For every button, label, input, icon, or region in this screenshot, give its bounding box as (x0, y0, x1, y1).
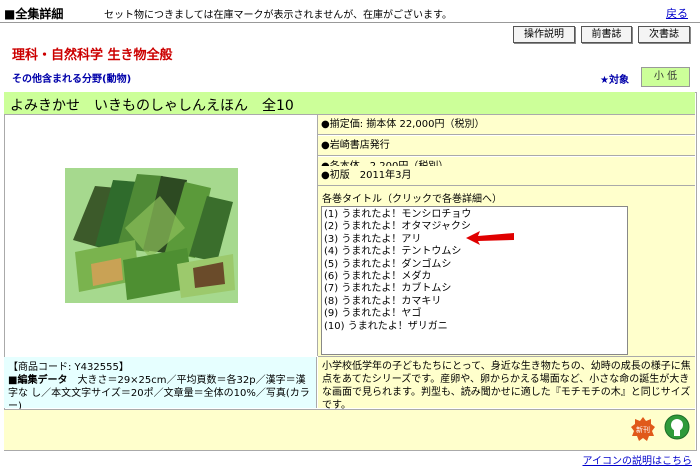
series-category: 理科・自然科学 生き物全般 (12, 48, 173, 63)
other-field-link[interactable]: その他含まれる分野(動物) (12, 70, 131, 85)
volume-item[interactable]: (6) うまれたよ！メダカ (322, 271, 627, 283)
volume-item[interactable]: (7) うまれたよ！カブトムシ (322, 283, 627, 295)
help-button[interactable]: 操作説明 (513, 26, 575, 43)
volume-item[interactable]: (1) うまれたよ！モンシロチョウ (322, 207, 627, 221)
volume-item[interactable]: (10) うまれたよ！ザリガニ (322, 321, 627, 333)
target-label: ★対象 (600, 75, 629, 86)
volume-item[interactable]: (5) うまれたよ！ダンゴムシ (322, 259, 627, 271)
target-level-badge: 小 低 (641, 67, 690, 87)
volume-item[interactable]: (8) うまれたよ！カマキリ (322, 296, 627, 308)
product-data-cell: 【商品コード: Y432555】 ■編集データ 大きさ＝29×25cm／平均頁数… (4, 357, 317, 412)
spec-label: ■編集データ (8, 375, 68, 386)
volume-list[interactable]: (1) うまれたよ！モンシロチョウ (2) うまれたよ！オタマジャクシ (3) … (321, 206, 628, 355)
icon-row (4, 409, 695, 450)
next-record-button[interactable]: 次書誌 (638, 26, 690, 43)
volume-list-heading: 各巻タイトル（クリックで各巻詳細へ） (322, 194, 502, 205)
recommend-icon (664, 414, 690, 440)
new-badge-text: 新刊 (636, 425, 650, 434)
stock-note: セット物につきましては在庫マークが表示されませんが、在庫がございます。 (104, 10, 452, 21)
volume-item[interactable]: (9) うまれたよ！ヤゴ (322, 308, 627, 320)
red-arrow-icon (466, 230, 516, 250)
info-first-edition: ●初版 2011年3月 (318, 166, 695, 186)
icon-help-link[interactable]: アイコンの説明はこちら (583, 452, 693, 467)
info-publisher: ●岩崎書店発行 (318, 136, 695, 156)
new-release-icon: 新刊 (631, 417, 655, 441)
prev-record-button[interactable]: 前書誌 (581, 26, 632, 43)
info-set-price: ●揃定価: 揃本体 22,000円（税別） (318, 115, 695, 135)
page-title: ■全集詳細 (4, 7, 64, 21)
book-set-image[interactable] (65, 168, 238, 303)
header-divider (0, 22, 700, 23)
back-link[interactable]: 戻る (666, 5, 688, 21)
description: 小学校低学年の子どもたちにとって、身近な生き物たちの、幼時の成長の様子に焦点をあ… (318, 357, 695, 411)
product-code: 【商品コード: Y432555】 (8, 362, 129, 373)
book-title: よみきかせ いきものしゃしんえほん 全10 (10, 98, 294, 114)
